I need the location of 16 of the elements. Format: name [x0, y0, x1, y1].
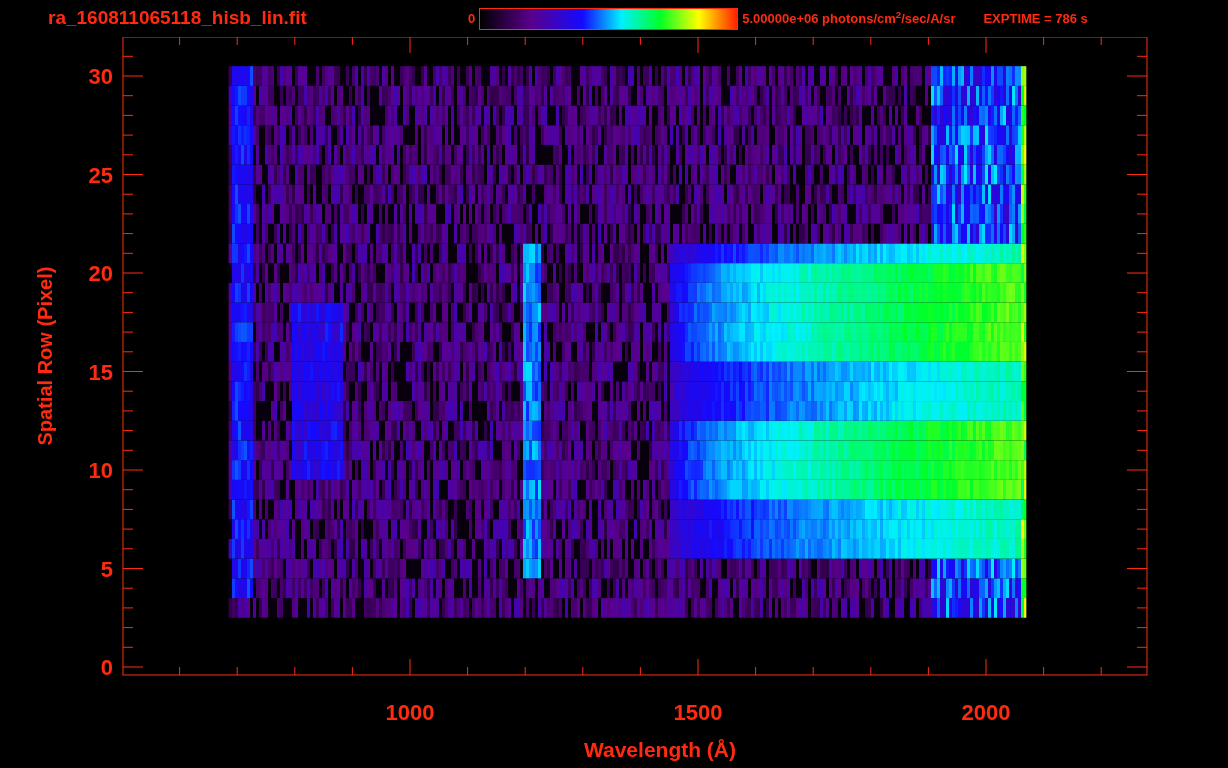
- x-tick-label: 1500: [673, 700, 723, 725]
- y-tick-label: 30: [88, 64, 113, 89]
- y-tick-label: 20: [88, 261, 113, 286]
- file-title: ra_160811065118_hisb_lin.fit: [48, 6, 308, 31]
- exposure-time: EXPTIME = 786 s: [983, 9, 1088, 28]
- y-tick-label: 5: [100, 556, 113, 582]
- colorbar-max-label: 5.00000e+06 photons/cm$^{2}$/sec/A/sr: [742, 8, 956, 28]
- y-tick-label: 15: [88, 359, 113, 385]
- y-tick-label: 10: [88, 458, 113, 483]
- x-tick-label: 2000: [961, 700, 1011, 725]
- y-axis-title: Spatial Row (Pixel): [34, 266, 56, 446]
- x-tick-label: 1000: [385, 700, 435, 725]
- y-tick-label: 25: [88, 162, 113, 188]
- colorbar-min-label: 0: [468, 9, 476, 28]
- y-tick-label: 0: [100, 655, 113, 680]
- x-axis-title: Wavelength (Å): [583, 738, 737, 761]
